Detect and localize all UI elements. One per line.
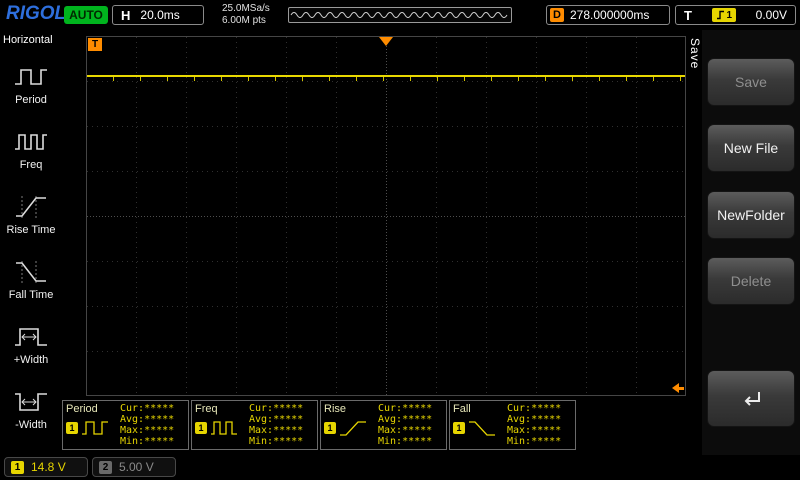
delay-bar-icon bbox=[679, 387, 684, 390]
measurement-avg: Avg:***** bbox=[120, 414, 185, 425]
softkey-menu: Save New File NewFolder Delete bbox=[702, 30, 800, 455]
sidebar-item-label: -Width bbox=[15, 419, 47, 431]
trigger-level-value: 0.00V bbox=[756, 8, 787, 22]
delete-button[interactable]: Delete bbox=[707, 257, 795, 305]
measurement-max: Max:***** bbox=[249, 425, 314, 436]
delay-label-badge: D bbox=[550, 8, 564, 22]
measurement-panel: Period 1 Cur:***** Avg:***** Max:***** M… bbox=[62, 400, 576, 450]
preview-waveform-icon bbox=[289, 8, 511, 22]
trigger-source-number: 1 bbox=[727, 10, 733, 21]
measurement-name: Rise bbox=[324, 403, 378, 415]
run-status-badge: AUTO bbox=[64, 6, 108, 24]
measurement-min: Min:***** bbox=[378, 436, 443, 447]
measurement-avg: Avg:***** bbox=[507, 414, 572, 425]
measurement-cur: Cur:***** bbox=[507, 403, 572, 414]
oscilloscope-screen: RIGOL AUTO H 20.0ms 25.0MSa/s 6.00M pts … bbox=[0, 0, 800, 480]
sidebar-item-freq[interactable]: Freq bbox=[0, 117, 62, 182]
new-file-button[interactable]: New File bbox=[707, 124, 795, 172]
sidebar-title: Horizontal bbox=[0, 30, 62, 52]
fall-wave-icon bbox=[468, 418, 496, 438]
trigger-label: T bbox=[684, 8, 692, 23]
sidebar-item-label: Fall Time bbox=[9, 289, 54, 301]
channel1-trace[interactable] bbox=[87, 75, 685, 81]
delay-arrow-icon bbox=[672, 383, 679, 393]
measurement-max: Max:***** bbox=[120, 425, 185, 436]
delay-position-marker[interactable] bbox=[672, 383, 684, 393]
channel-badge: 1 bbox=[324, 422, 336, 434]
measurement-name: Fall bbox=[453, 403, 507, 415]
channel-badge: 1 bbox=[66, 422, 78, 434]
horizontal-timebase-box[interactable]: H 20.0ms bbox=[112, 5, 204, 25]
plus-width-icon bbox=[13, 324, 49, 350]
horizontal-label: H bbox=[121, 8, 130, 23]
trigger-source-badge: 1 bbox=[712, 8, 736, 22]
measure-sidebar: Horizontal Period Freq Rise Time bbox=[0, 30, 62, 455]
enter-button[interactable] bbox=[707, 370, 795, 427]
graticule-grid bbox=[87, 37, 685, 395]
delay-value: 278.000000ms bbox=[570, 8, 649, 22]
channel-1-scale: 14.8 V bbox=[31, 460, 66, 474]
trigger-slope-icon bbox=[716, 10, 725, 20]
channel-1-status[interactable]: 1 14.8 V bbox=[4, 457, 88, 477]
channel-badge: 1 bbox=[453, 422, 465, 434]
measurement-name: Freq bbox=[195, 403, 249, 415]
channel-2-badge: 2 bbox=[99, 461, 112, 474]
measurement-avg: Avg:***** bbox=[249, 414, 314, 425]
measurement-avg: Avg:***** bbox=[378, 414, 443, 425]
freq-icon bbox=[13, 129, 49, 155]
measurement-name: Period bbox=[66, 403, 120, 415]
measurement-freq[interactable]: Freq 1 Cur:***** Avg:***** Max:***** Min… bbox=[191, 400, 318, 450]
sidebar-item-fall-time[interactable]: Fall Time bbox=[0, 247, 62, 312]
memory-depth-value: 6.00M pts bbox=[222, 15, 270, 27]
sidebar-item-plus-width[interactable]: +Width bbox=[0, 312, 62, 377]
channel-status-bar: 1 14.8 V 2 5.00 V bbox=[0, 455, 800, 480]
minus-width-icon bbox=[13, 389, 49, 415]
sidebar-item-period[interactable]: Period bbox=[0, 52, 62, 117]
measurement-min: Min:***** bbox=[120, 436, 185, 447]
period-icon bbox=[13, 64, 49, 90]
channel-1-badge: 1 bbox=[11, 461, 24, 474]
channel-badge: 1 bbox=[195, 422, 207, 434]
channel-2-status[interactable]: 2 5.00 V bbox=[92, 457, 176, 477]
rise-wave-icon bbox=[339, 418, 367, 438]
waveform-display[interactable]: T bbox=[86, 36, 686, 396]
menu-tab-save: Save bbox=[687, 38, 702, 98]
sidebar-item-label: Rise Time bbox=[7, 224, 56, 236]
save-button[interactable]: Save bbox=[707, 58, 795, 106]
sidebar-item-label: +Width bbox=[14, 354, 49, 366]
sidebar-item-label: Period bbox=[15, 94, 47, 106]
sidebar-item-rise-time[interactable]: Rise Time bbox=[0, 182, 62, 247]
trigger-readout-box[interactable]: T 1 0.00V bbox=[675, 5, 796, 25]
rise-time-icon bbox=[13, 194, 49, 220]
sidebar-item-minus-width[interactable]: -Width bbox=[0, 377, 62, 442]
measurement-min: Min:***** bbox=[507, 436, 572, 447]
period-wave-icon bbox=[81, 418, 109, 438]
enter-arrow-icon bbox=[738, 388, 764, 410]
measurement-cur: Cur:***** bbox=[249, 403, 314, 414]
rigol-logo: RIGOL bbox=[6, 3, 66, 25]
trigger-level-marker[interactable]: T bbox=[88, 38, 102, 51]
measurement-fall[interactable]: Fall 1 Cur:***** Avg:***** Max:***** Min… bbox=[449, 400, 576, 450]
new-folder-button[interactable]: NewFolder bbox=[707, 191, 795, 239]
measurement-cur: Cur:***** bbox=[120, 403, 185, 414]
top-status-bar: RIGOL AUTO H 20.0ms 25.0MSa/s 6.00M pts … bbox=[0, 0, 800, 30]
measurement-min: Min:***** bbox=[249, 436, 314, 447]
sidebar-item-label: Freq bbox=[20, 159, 43, 171]
measurement-period[interactable]: Period 1 Cur:***** Avg:***** Max:***** M… bbox=[62, 400, 189, 450]
freq-wave-icon bbox=[210, 418, 238, 438]
waveform-position-preview[interactable] bbox=[288, 7, 512, 23]
channel-2-scale: 5.00 V bbox=[119, 460, 154, 474]
sample-rate-value: 25.0MSa/s bbox=[222, 3, 270, 15]
delay-readout-box[interactable]: D 278.000000ms bbox=[546, 5, 670, 25]
acquisition-info: 25.0MSa/s 6.00M pts bbox=[222, 3, 270, 27]
timebase-value: 20.0ms bbox=[140, 8, 179, 22]
measurement-max: Max:***** bbox=[378, 425, 443, 436]
measurement-rise[interactable]: Rise 1 Cur:***** Avg:***** Max:***** Min… bbox=[320, 400, 447, 450]
fall-time-icon bbox=[13, 259, 49, 285]
measurement-cur: Cur:***** bbox=[378, 403, 443, 414]
measurement-max: Max:***** bbox=[507, 425, 572, 436]
trigger-position-marker[interactable] bbox=[379, 37, 393, 46]
